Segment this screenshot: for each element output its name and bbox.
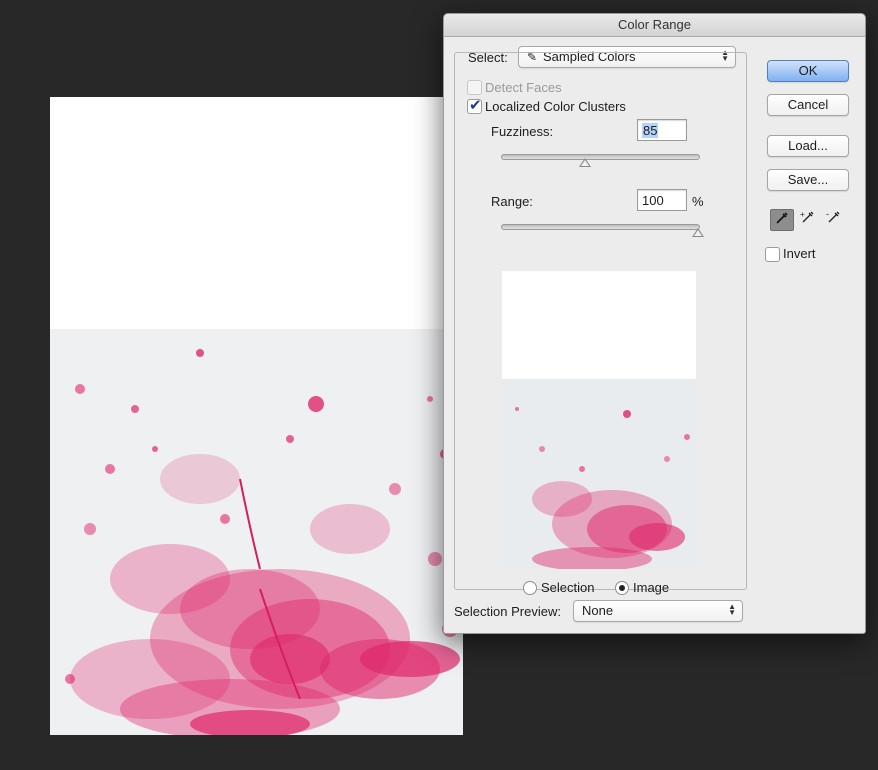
preview-splash [502,379,696,569]
fuzziness-input[interactable]: 85 [637,119,687,141]
load-button[interactable]: Load... [767,135,849,157]
eyedropper-minus-icon[interactable]: - [822,209,846,231]
image-radio[interactable] [615,581,629,595]
localized-clusters-label: Localized Color Clusters [485,99,626,114]
invert-label: Invert [783,246,816,261]
preview-splash-graphic [515,407,690,569]
range-input[interactable]: 100 [637,189,687,211]
selection-preview-popup[interactable]: None ▲ ▼ [573,600,743,622]
fuzziness-slider-thumb[interactable] [578,158,591,167]
image-radio-label: Image [633,580,670,595]
selection-preview-value: None [582,603,614,618]
eyedropper-icon[interactable] [770,209,794,231]
range-unit: % [692,194,704,209]
localized-clusters-checkbox[interactable]: ✔ [467,97,482,114]
splash-image [50,329,463,735]
detect-faces-checkbox[interactable] [467,80,482,95]
eyedropper-plus-icon[interactable]: + [796,209,820,231]
range-value: 100 [642,193,664,208]
pink-splash-graphic [65,349,460,735]
options-group: Detect Faces ✔ Localized Color Clusters … [454,52,747,595]
selection-radio-label: Selection [541,580,595,595]
range-label: Range: [491,194,533,209]
document-canvas[interactable] [50,97,463,735]
checkmark-icon: ✔ [469,97,482,114]
fuzziness-slider-track[interactable] [501,154,700,160]
dialog-title: Color Range [444,14,865,37]
preview-thumbnail [502,271,696,569]
range-slider-track[interactable] [501,224,700,230]
color-range-dialog: Color Range Select: ✎ Sampled Colors ▲ ▼ … [443,13,866,634]
svg-text:+: + [800,210,805,219]
selection-radio[interactable] [523,581,537,595]
detect-faces-label: Detect Faces [485,80,562,95]
invert-checkbox[interactable] [765,247,780,262]
updown-arrows-icon: ▲ ▼ [728,602,736,617]
selection-preview-label: Selection Preview: [454,604,561,619]
save-button[interactable]: Save... [767,169,849,191]
svg-text:-: - [826,209,829,219]
fuzziness-label: Fuzziness: [491,124,554,139]
range-slider-thumb[interactable] [692,228,704,237]
cancel-button[interactable]: Cancel [767,94,849,116]
fuzziness-value: 85 [642,123,659,138]
ok-button[interactable]: OK [767,60,849,82]
